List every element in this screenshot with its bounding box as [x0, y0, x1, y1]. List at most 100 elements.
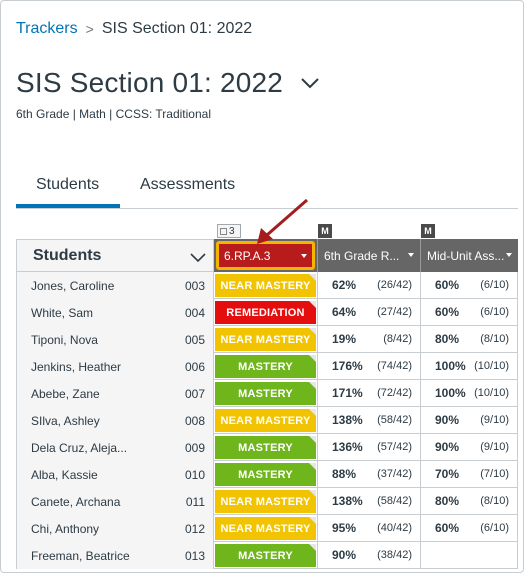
score-percent: 136% [332, 440, 363, 454]
table-row: Dela Cruz, Aleja... 009 MASTERY 136% (57/42)… [16, 434, 518, 461]
chevron-down-icon[interactable] [189, 248, 207, 266]
student-id: 013 [184, 549, 205, 563]
student-name-cell[interactable]: Dela Cruz, Aleja... 009 [16, 434, 214, 461]
student-name[interactable]: Alba, Kassie [31, 468, 98, 482]
student-name[interactable]: Canete, Archana [31, 495, 120, 509]
student-name-cell[interactable]: Jones, Caroline 003 [16, 272, 214, 299]
outcome-status-cell[interactable]: MASTERY [214, 542, 317, 569]
outcome-status-cell[interactable]: NEAR MASTERY [214, 488, 317, 515]
assessment-1-score-cell[interactable]: 90% (38/42) [317, 542, 420, 569]
assessment-2-score-cell[interactable]: 60% (6/10) [420, 515, 518, 542]
assessment-1-score-cell[interactable]: 138% (58/42) [317, 407, 420, 434]
assessment-2-score-cell[interactable]: 80% (8/10) [420, 488, 518, 515]
assessment-2-score-cell[interactable]: 80% (8/10) [420, 326, 518, 353]
mastery-status-badge[interactable]: MASTERY [215, 436, 316, 459]
table-row: Alba, Kassie 010 MASTERY 88% (37/42) 70% (7/10… [16, 461, 518, 488]
corner-fold-icon [309, 409, 316, 416]
student-name[interactable]: Jenkins, Heather [31, 360, 121, 374]
mastery-status-label: NEAR MASTERY [220, 414, 311, 427]
gradebook-grid: 3 M M Students 6.RP.A.3 6th Grade R... M… [16, 223, 518, 572]
breadcrumb-trackers-link[interactable]: Trackers [16, 20, 78, 38]
mastery-status-badge[interactable]: REMEDIATION [215, 301, 316, 324]
assessment-2-score-cell[interactable]: 90% (9/10) [420, 434, 518, 461]
student-id: 008 [184, 414, 205, 428]
caret-down-icon[interactable] [301, 254, 307, 258]
mastery-status-badge[interactable]: NEAR MASTERY [215, 409, 316, 432]
assessment-1-column-header[interactable]: 6th Grade R... [317, 239, 420, 272]
score-fraction: (27/42) [377, 306, 412, 318]
student-name-cell[interactable]: Chi, Anthony 012 [16, 515, 214, 542]
student-name-cell[interactable]: Jenkins, Heather 006 [16, 353, 214, 380]
mastery-status-badge[interactable]: MASTERY [215, 382, 316, 405]
checkbox-icon [220, 227, 227, 235]
assessment-2-score-cell[interactable]: 60% (6/10) [420, 272, 518, 299]
student-name-cell[interactable]: White, Sam 004 [16, 299, 214, 326]
assessment-1-score-cell[interactable]: 176% (74/42) [317, 353, 420, 380]
score-fraction: (10/10) [474, 387, 509, 399]
outcome-status-cell[interactable]: NEAR MASTERY [214, 326, 317, 353]
student-id: 012 [184, 522, 205, 536]
score-percent: 62% [332, 278, 357, 292]
student-name-cell[interactable]: Freeman, Beatrice 013 [16, 542, 214, 569]
chevron-down-icon[interactable] [299, 72, 321, 94]
assessment-1-score-cell[interactable]: 136% (57/42) [317, 434, 420, 461]
student-name-cell[interactable]: Tiponi, Nova 005 [16, 326, 214, 353]
outcome-status-cell[interactable]: MASTERY [214, 380, 317, 407]
student-name[interactable]: Jones, Caroline [31, 279, 114, 293]
assessment-2-score-cell[interactable] [420, 542, 518, 569]
outcome-status-cell[interactable]: NEAR MASTERY [214, 515, 317, 542]
assessment-2-score-cell[interactable]: 70% (7/10) [420, 461, 518, 488]
caret-down-icon[interactable] [408, 253, 414, 257]
student-id: 010 [184, 468, 205, 482]
score-fraction: (7/10) [480, 468, 509, 480]
tab-assessments[interactable]: Assessments [140, 176, 235, 194]
caret-down-icon[interactable] [506, 253, 512, 257]
score-fraction: (9/10) [480, 441, 509, 453]
assessment-2-score-cell[interactable]: 100% (10/10) [420, 380, 518, 407]
assessment-1-score-cell[interactable]: 95% (40/42) [317, 515, 420, 542]
mastery-status-badge[interactable]: MASTERY [215, 544, 316, 567]
student-name[interactable]: Dela Cruz, Aleja... [31, 441, 127, 455]
student-name-cell[interactable]: Canete, Archana 011 [16, 488, 214, 515]
mastery-status-badge[interactable]: NEAR MASTERY [215, 328, 316, 351]
score-percent: 138% [332, 413, 363, 427]
outcome-status-cell[interactable]: NEAR MASTERY [214, 407, 317, 434]
student-name-cell[interactable]: Abebe, Zane 007 [16, 380, 214, 407]
assessment-2-score-cell[interactable]: 60% (6/10) [420, 299, 518, 326]
outcome-status-cell[interactable]: REMEDIATION [214, 299, 317, 326]
student-name[interactable]: Freeman, Beatrice [31, 549, 130, 563]
outcome-status-cell[interactable]: NEAR MASTERY [214, 272, 317, 299]
mastery-status-badge[interactable]: NEAR MASTERY [215, 274, 316, 297]
student-name[interactable]: SIlva, Ashley [31, 414, 100, 428]
mastery-status-badge[interactable]: NEAR MASTERY [215, 490, 316, 513]
student-id: 006 [184, 360, 205, 374]
assessment-2-column-header[interactable]: Mid-Unit Ass... [420, 239, 518, 272]
student-name-cell[interactable]: SIlva, Ashley 008 [16, 407, 214, 434]
assessment-1-score-cell[interactable]: 19% (8/42) [317, 326, 420, 353]
students-column-header[interactable]: Students [16, 239, 214, 272]
tab-students[interactable]: Students [36, 176, 99, 194]
student-name[interactable]: Chi, Anthony [31, 522, 99, 536]
assessment-1-score-cell[interactable]: 171% (72/42) [317, 380, 420, 407]
student-name[interactable]: Abebe, Zane [31, 387, 100, 401]
assessment-1-score-cell[interactable]: 64% (27/42) [317, 299, 420, 326]
outcome-count-badge: 3 [217, 224, 241, 238]
corner-fold-icon [309, 355, 316, 362]
mastery-status-badge[interactable]: MASTERY [215, 463, 316, 486]
corner-fold-icon [309, 463, 316, 470]
score-fraction: (8/10) [480, 333, 509, 345]
student-name[interactable]: White, Sam [31, 306, 93, 320]
student-id: 004 [184, 306, 205, 320]
student-name[interactable]: Tiponi, Nova [31, 333, 98, 347]
mastery-status-badge[interactable]: MASTERY [215, 355, 316, 378]
assessment-2-score-cell[interactable]: 90% (9/10) [420, 407, 518, 434]
student-name-cell[interactable]: Alba, Kassie 010 [16, 461, 214, 488]
assessment-2-score-cell[interactable]: 100% (10/10) [420, 353, 518, 380]
outcome-status-cell[interactable]: MASTERY [214, 461, 317, 488]
assessment-1-score-cell[interactable]: 138% (58/42) [317, 488, 420, 515]
mastery-status-badge[interactable]: NEAR MASTERY [215, 517, 316, 540]
assessment-1-score-cell[interactable]: 62% (26/42) [317, 272, 420, 299]
assessment-1-score-cell[interactable]: 88% (37/42) [317, 461, 420, 488]
outcome-status-cell[interactable]: MASTERY [214, 353, 317, 380]
outcome-status-cell[interactable]: MASTERY [214, 434, 317, 461]
